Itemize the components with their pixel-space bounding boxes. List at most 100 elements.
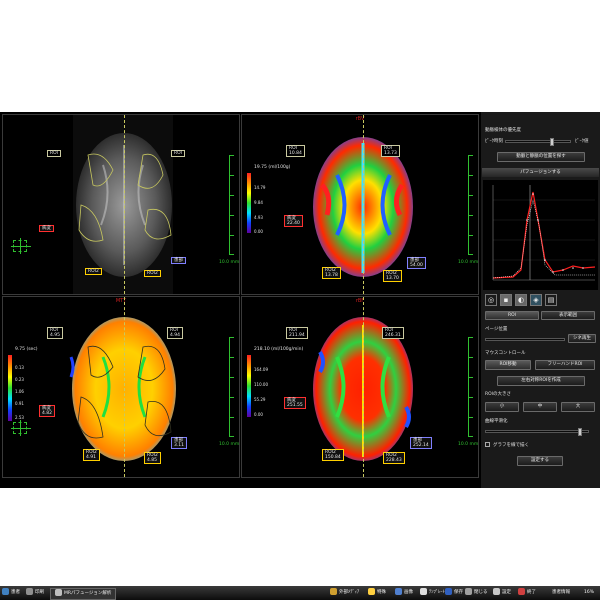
scale-label: 10.0 mm	[219, 442, 240, 447]
label-roi-size: ROIの大きさ	[485, 392, 511, 397]
slider-thumb[interactable]	[550, 138, 554, 146]
roi-label[interactable]: ROI2 150.84	[322, 449, 344, 461]
taskbar-settings[interactable]: 設定	[493, 588, 511, 598]
colorbar-value: 1.06	[15, 389, 24, 394]
priority-slider[interactable]	[505, 138, 571, 146]
roi-label-affected[interactable]: 患部 252.14	[410, 437, 432, 449]
taskbar: 患者 印刷 MRパフュージョン解析 外部ﾒﾃﾞｨｱ 特殊 画像 ﾃﾝﾌﾟﾚｰﾄ …	[0, 586, 600, 600]
page-slider[interactable]	[485, 338, 565, 341]
roi-label-lesion[interactable]: 病変 4.82	[39, 405, 56, 417]
taskbar-special[interactable]: 特殊	[368, 588, 386, 598]
crosshair-icon[interactable]	[11, 238, 31, 254]
taskbar-save[interactable]: 保存	[445, 588, 463, 598]
midline-guide	[363, 115, 364, 294]
label-graph-line: グラフを線で描く	[493, 443, 529, 448]
roi-size-small[interactable]: 小	[485, 402, 519, 412]
taskbar-image[interactable]: 画像	[395, 588, 413, 598]
taskbar-print[interactable]: 印刷	[26, 588, 44, 598]
colorbar-value: 9.84	[254, 200, 263, 205]
colorbar	[247, 355, 251, 417]
graph-line-checkbox[interactable]	[485, 442, 490, 447]
window-tool-icon[interactable]: ◐	[515, 294, 527, 306]
roi-label[interactable]: ROI 211.94	[286, 327, 308, 339]
roi-label[interactable]: ROI	[171, 150, 185, 157]
colorbar	[8, 355, 12, 421]
label-page: ページ位置	[485, 327, 508, 332]
roi-label[interactable]: ROI2	[85, 268, 102, 275]
roi-label[interactable]: ROI2 4.85	[144, 452, 161, 464]
viewport-rbf[interactable]: rBF 218.10 (ml/100g/min) 164.09 110.00 5…	[241, 296, 479, 478]
roi-tool-icon[interactable]: ◎	[485, 294, 497, 306]
colorbar	[247, 173, 251, 233]
roi-label-lesion[interactable]: 病変 251.55	[284, 397, 306, 409]
roi-label[interactable]: ROI 13.73	[381, 145, 400, 157]
find-vessels-button[interactable]: 動脈と静脈の位置を探す	[497, 152, 585, 162]
roi-label[interactable]: ROI	[47, 150, 61, 157]
roi-label-lesion[interactable]: 病変 22.40	[284, 215, 303, 227]
viewport-source[interactable]: ROI ROI 病変 ROI2 ROI2 患部 10.0 mm	[2, 114, 240, 295]
taskbar-close[interactable]: 閉じる	[465, 588, 488, 598]
roi-label[interactable]: ROI 246.31	[382, 327, 404, 339]
symmetric-roi-button[interactable]: 左右対称ROIを作成	[497, 376, 585, 386]
roi-label-affected[interactable]: 患部	[171, 257, 186, 264]
roi-size-medium[interactable]: 中	[523, 402, 557, 412]
roi-label[interactable]: ROI2 13.78	[322, 267, 341, 279]
brain-map-rbf	[313, 317, 413, 461]
colorbar-value: 0.00	[254, 229, 263, 234]
label-mouse-control: マウスコントロール	[485, 351, 526, 356]
roi-label-lesion[interactable]: 病変	[39, 225, 54, 232]
viewport-rbv[interactable]: rBV 19.75 (ml/100g) 14.79 9.84 4.93 0.00…	[241, 114, 479, 295]
document-icon[interactable]: ▤	[545, 294, 557, 306]
roi-label[interactable]: ROI2 13.70	[383, 270, 402, 282]
roi-label[interactable]: ROI2 228.43	[383, 452, 405, 464]
colorbar-unit: 9.75 (sec)	[15, 347, 38, 352]
taskbar-template[interactable]: ﾃﾝﾌﾟﾚｰﾄ	[420, 588, 445, 598]
label-priority: 動脈検体の優先度	[485, 128, 521, 133]
app-window: ROI ROI 病変 ROI2 ROI2 患部 10.0 mm rBV 19.7…	[0, 112, 600, 600]
roi-label-affected[interactable]: 患部 3.11	[171, 437, 188, 449]
slider-right-label: ﾋﾟｰｸ値	[575, 139, 589, 144]
colorbar-unit: 19.75 (ml/100g)	[254, 165, 291, 170]
roi-label[interactable]: ROI2 4.91	[83, 449, 100, 461]
colorbar-value: 0.23	[15, 377, 24, 382]
crosshair-icon[interactable]	[11, 420, 31, 436]
scale-ruler	[468, 337, 475, 437]
taskbar-exit[interactable]: 終了	[518, 588, 536, 598]
tab-roi[interactable]: ROI	[485, 311, 539, 320]
brain-map-mtt	[69, 317, 176, 461]
viewport-mtt[interactable]: MTT 9.75 (sec) 0.13 0.23 1.06 0.91 2.53 …	[2, 296, 240, 478]
label-smoothing: 曲線平滑化	[485, 419, 508, 424]
brain-map-rbv	[313, 137, 413, 277]
roi-label[interactable]: ROI 4.94	[167, 327, 184, 339]
scale-ruler	[229, 155, 236, 255]
scale-label: 10.0 mm	[219, 260, 240, 265]
smoothing-slider[interactable]	[485, 428, 589, 436]
roi-label-affected[interactable]: 患部 54.00	[407, 257, 426, 269]
perfusion-button[interactable]: パフュージョンする	[482, 168, 599, 177]
slider-thumb[interactable]	[578, 428, 582, 436]
midline-guide	[124, 297, 125, 477]
zoom-level: 16%	[584, 590, 595, 595]
colorbar-unit: 218.10 (ml/100g/min)	[254, 347, 304, 352]
taskbar-patient[interactable]: 患者	[2, 588, 20, 598]
cine-button[interactable]: シネ再生	[568, 334, 596, 343]
roi-label[interactable]: ROI 10.84	[286, 145, 305, 157]
scale-ruler	[229, 337, 236, 437]
roi-label[interactable]: ROI 4.95	[47, 327, 64, 339]
taskbar-active-app[interactable]: MRパフュージョン解析	[50, 588, 117, 600]
colorbar-value: 4.93	[254, 215, 263, 220]
midline-guide	[124, 115, 125, 294]
apply-settings-button[interactable]: 設定する	[517, 456, 563, 466]
time-curve-graph	[483, 180, 598, 290]
tab-display-range[interactable]: 表示範囲	[541, 311, 595, 320]
image-tool-icon[interactable]: ▪	[500, 294, 512, 306]
scale-label: 10.0 mm	[458, 442, 479, 447]
midline-guide	[363, 297, 364, 477]
slider-left-label: ﾋﾟｰｸ時刻	[485, 139, 503, 144]
roi-label[interactable]: ROI2	[144, 270, 161, 277]
map-tool-icon[interactable]: ◈	[530, 294, 542, 306]
taskbar-external-media[interactable]: 外部ﾒﾃﾞｨｱ	[330, 588, 359, 598]
roi-size-large[interactable]: 大	[561, 402, 595, 412]
freehand-roi-button[interactable]: フリーハンドROI	[535, 360, 595, 370]
roi-move-button[interactable]: ROI移動	[485, 360, 531, 370]
